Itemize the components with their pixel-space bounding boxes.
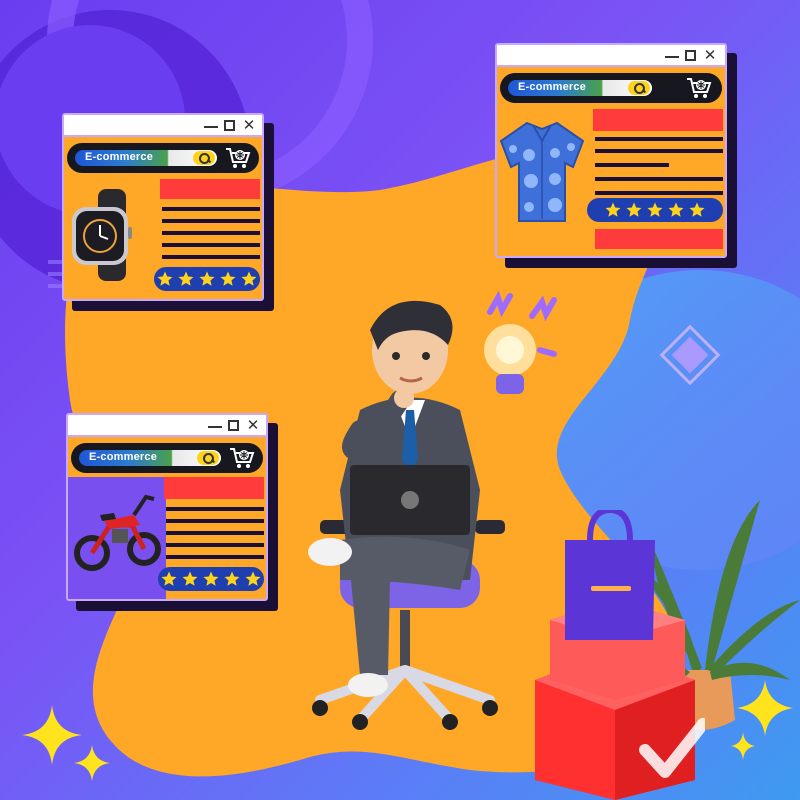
window-titlebar: ✕ bbox=[497, 45, 725, 67]
shopping-cart-icon[interactable] bbox=[225, 146, 251, 170]
description-line bbox=[166, 543, 264, 547]
window-titlebar: ✕ bbox=[68, 415, 266, 437]
product-window-shirt[interactable]: ✕ E-commerce bbox=[495, 43, 727, 258]
star-icon bbox=[647, 202, 663, 217]
description-line bbox=[166, 519, 264, 523]
maximize-icon[interactable] bbox=[685, 50, 696, 61]
search-icon[interactable] bbox=[628, 81, 650, 95]
search-input[interactable]: E-commerce bbox=[79, 450, 221, 466]
sparkle-icon bbox=[22, 705, 110, 781]
star-icon bbox=[689, 202, 705, 217]
price-tag bbox=[595, 229, 723, 249]
star-icon bbox=[199, 271, 215, 286]
search-icon[interactable] bbox=[197, 451, 219, 465]
star-rating[interactable] bbox=[587, 198, 723, 222]
star-icon bbox=[157, 271, 173, 286]
search-icon[interactable] bbox=[193, 151, 215, 165]
product-window-watch[interactable]: ✕ E-commerce bbox=[62, 113, 264, 301]
close-icon[interactable]: ✕ bbox=[246, 418, 260, 433]
product-window-motorbike[interactable]: ✕ E-commerce bbox=[66, 413, 268, 601]
star-rating[interactable] bbox=[158, 567, 264, 591]
star-icon bbox=[626, 202, 642, 217]
close-icon[interactable]: ✕ bbox=[703, 48, 717, 63]
close-icon[interactable]: ✕ bbox=[242, 118, 256, 133]
description-line bbox=[162, 207, 260, 211]
description-line bbox=[595, 137, 723, 141]
minimize-icon[interactable] bbox=[665, 48, 679, 58]
search-label: E-commerce bbox=[89, 451, 158, 463]
description-line bbox=[162, 243, 260, 247]
minimize-icon[interactable] bbox=[204, 118, 218, 128]
minimize-icon[interactable] bbox=[208, 418, 222, 428]
description-line bbox=[595, 191, 723, 195]
star-icon bbox=[605, 202, 621, 217]
star-icon bbox=[178, 271, 194, 286]
star-rating[interactable] bbox=[154, 267, 260, 291]
search-bar[interactable]: E-commerce bbox=[67, 143, 259, 173]
shopping-bag-icon bbox=[565, 510, 655, 640]
search-label: E-commerce bbox=[85, 151, 154, 163]
shopping-cart-icon[interactable] bbox=[686, 76, 712, 100]
description-line bbox=[595, 177, 723, 181]
maximize-icon[interactable] bbox=[224, 120, 235, 131]
star-icon bbox=[203, 571, 219, 586]
description-line bbox=[595, 163, 669, 167]
maximize-icon[interactable] bbox=[228, 420, 239, 431]
shopping-package-stack bbox=[535, 510, 705, 800]
window-titlebar: ✕ bbox=[64, 115, 262, 137]
star-icon bbox=[245, 571, 261, 586]
product-title bbox=[160, 179, 260, 199]
search-bar[interactable]: E-commerce bbox=[71, 443, 263, 473]
product-title bbox=[593, 109, 723, 131]
search-bar[interactable]: E-commerce bbox=[500, 73, 722, 103]
description-line bbox=[166, 555, 264, 559]
sparkle-icon bbox=[731, 680, 793, 760]
description-line bbox=[595, 149, 723, 153]
description-line bbox=[166, 531, 264, 535]
search-label: E-commerce bbox=[518, 81, 587, 93]
smartwatch-icon[interactable] bbox=[68, 189, 152, 281]
shirt-icon[interactable] bbox=[499, 119, 585, 223]
shopping-cart-icon[interactable] bbox=[229, 446, 255, 470]
search-input[interactable]: E-commerce bbox=[75, 150, 217, 166]
motorbike-icon[interactable] bbox=[74, 485, 162, 575]
product-title bbox=[164, 477, 264, 499]
star-icon bbox=[224, 571, 240, 586]
star-icon bbox=[668, 202, 684, 217]
star-icon bbox=[182, 571, 198, 586]
search-input[interactable]: E-commerce bbox=[508, 80, 652, 96]
description-line bbox=[166, 507, 264, 511]
lightbulb-icon bbox=[484, 290, 557, 394]
star-icon bbox=[161, 571, 177, 586]
description-line bbox=[162, 231, 260, 235]
star-icon bbox=[220, 271, 236, 286]
description-line bbox=[162, 219, 260, 223]
description-line bbox=[162, 255, 260, 259]
star-icon bbox=[241, 271, 257, 286]
